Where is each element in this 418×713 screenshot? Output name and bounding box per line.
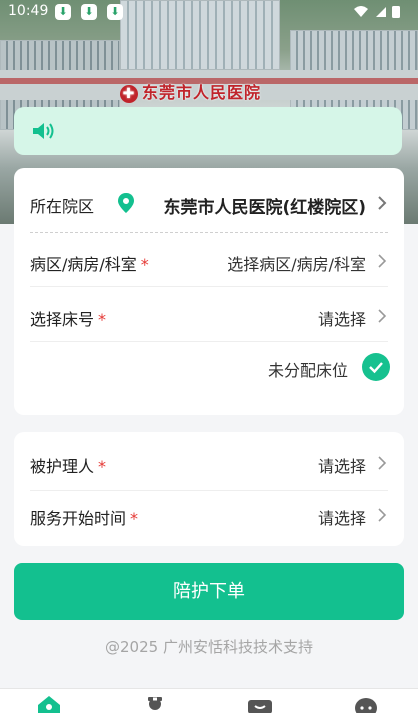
bottom-tab-bar bbox=[0, 688, 418, 713]
unassigned-bed-checkbox[interactable] bbox=[362, 353, 390, 381]
location-row[interactable]: 所在院区 东莞市人民医院(红楼院区) bbox=[30, 186, 388, 220]
profile-icon[interactable] bbox=[353, 695, 379, 713]
chevron-right-icon bbox=[378, 196, 387, 210]
download-icon: ⬇ bbox=[107, 4, 123, 20]
patient-value: 请选择 bbox=[317, 457, 366, 476]
announcement-bar[interactable] bbox=[14, 107, 402, 155]
red-cross-icon: ✚ bbox=[120, 84, 138, 103]
ward-value: 选择病区/病房/科室 bbox=[227, 255, 366, 274]
chevron-right-icon bbox=[378, 456, 387, 470]
speaker-icon bbox=[33, 123, 54, 139]
ward-label: 病区/病房/科室 * bbox=[30, 255, 149, 274]
chevron-right-icon bbox=[378, 254, 387, 268]
patient-row[interactable]: 被护理人 * 请选择 bbox=[30, 442, 388, 486]
chevron-right-icon bbox=[378, 508, 387, 522]
bed-row[interactable]: 选择床号 * 请选择 bbox=[30, 296, 388, 340]
location-label: 所在院区 bbox=[30, 197, 95, 216]
nurse-icon[interactable] bbox=[142, 695, 168, 713]
bed-value: 请选择 bbox=[317, 310, 366, 329]
start-time-row[interactable]: 服务开始时间 * 请选择 bbox=[30, 494, 388, 538]
hospital-sign-text: 东莞市人民医院 bbox=[142, 83, 262, 102]
download-icon: ⬇ bbox=[55, 4, 71, 20]
start-time-label: 服务开始时间 * bbox=[30, 509, 139, 528]
divider bbox=[30, 286, 388, 287]
unassigned-bed-row[interactable]: 未分配床位 bbox=[30, 350, 390, 386]
checkmark-icon bbox=[369, 362, 383, 374]
place-order-button[interactable]: 陪护下单 bbox=[14, 563, 404, 620]
hospital-sign: ✚ 东莞市人民医院 bbox=[120, 82, 261, 104]
status-time: 10:49 bbox=[8, 3, 49, 19]
divider bbox=[30, 341, 388, 342]
order-icon[interactable] bbox=[247, 695, 273, 713]
divider bbox=[30, 490, 388, 491]
footer-credit: @2025 广州安恬科技技术支持 bbox=[105, 638, 313, 656]
status-bar: 10:49 ⬇ ⬇ ⬇ bbox=[0, 0, 418, 24]
ward-row[interactable]: 病区/病房/科室 * 选择病区/病房/科室 bbox=[30, 242, 388, 286]
unassigned-bed-label: 未分配床位 bbox=[267, 361, 348, 380]
start-time-value: 请选择 bbox=[317, 509, 366, 528]
hospital-name: 东莞市人民医院(红楼院区) bbox=[163, 198, 366, 218]
home-icon[interactable] bbox=[36, 695, 62, 713]
bed-label: 选择床号 * bbox=[30, 310, 107, 329]
chevron-right-icon bbox=[378, 309, 387, 323]
ward-selection-card: 所在院区 东莞市人民医院(红楼院区) 病区/病房/科室 * 选择病区/病房/科室 … bbox=[14, 168, 404, 415]
patient-label: 被护理人 * bbox=[30, 457, 107, 476]
service-info-card: 被护理人 * 请选择 服务开始时间 * 请选择 bbox=[14, 432, 404, 546]
system-status-icons bbox=[352, 3, 408, 23]
download-icon: ⬇ bbox=[81, 4, 97, 20]
divider bbox=[30, 232, 388, 233]
location-pin-icon bbox=[118, 193, 134, 213]
